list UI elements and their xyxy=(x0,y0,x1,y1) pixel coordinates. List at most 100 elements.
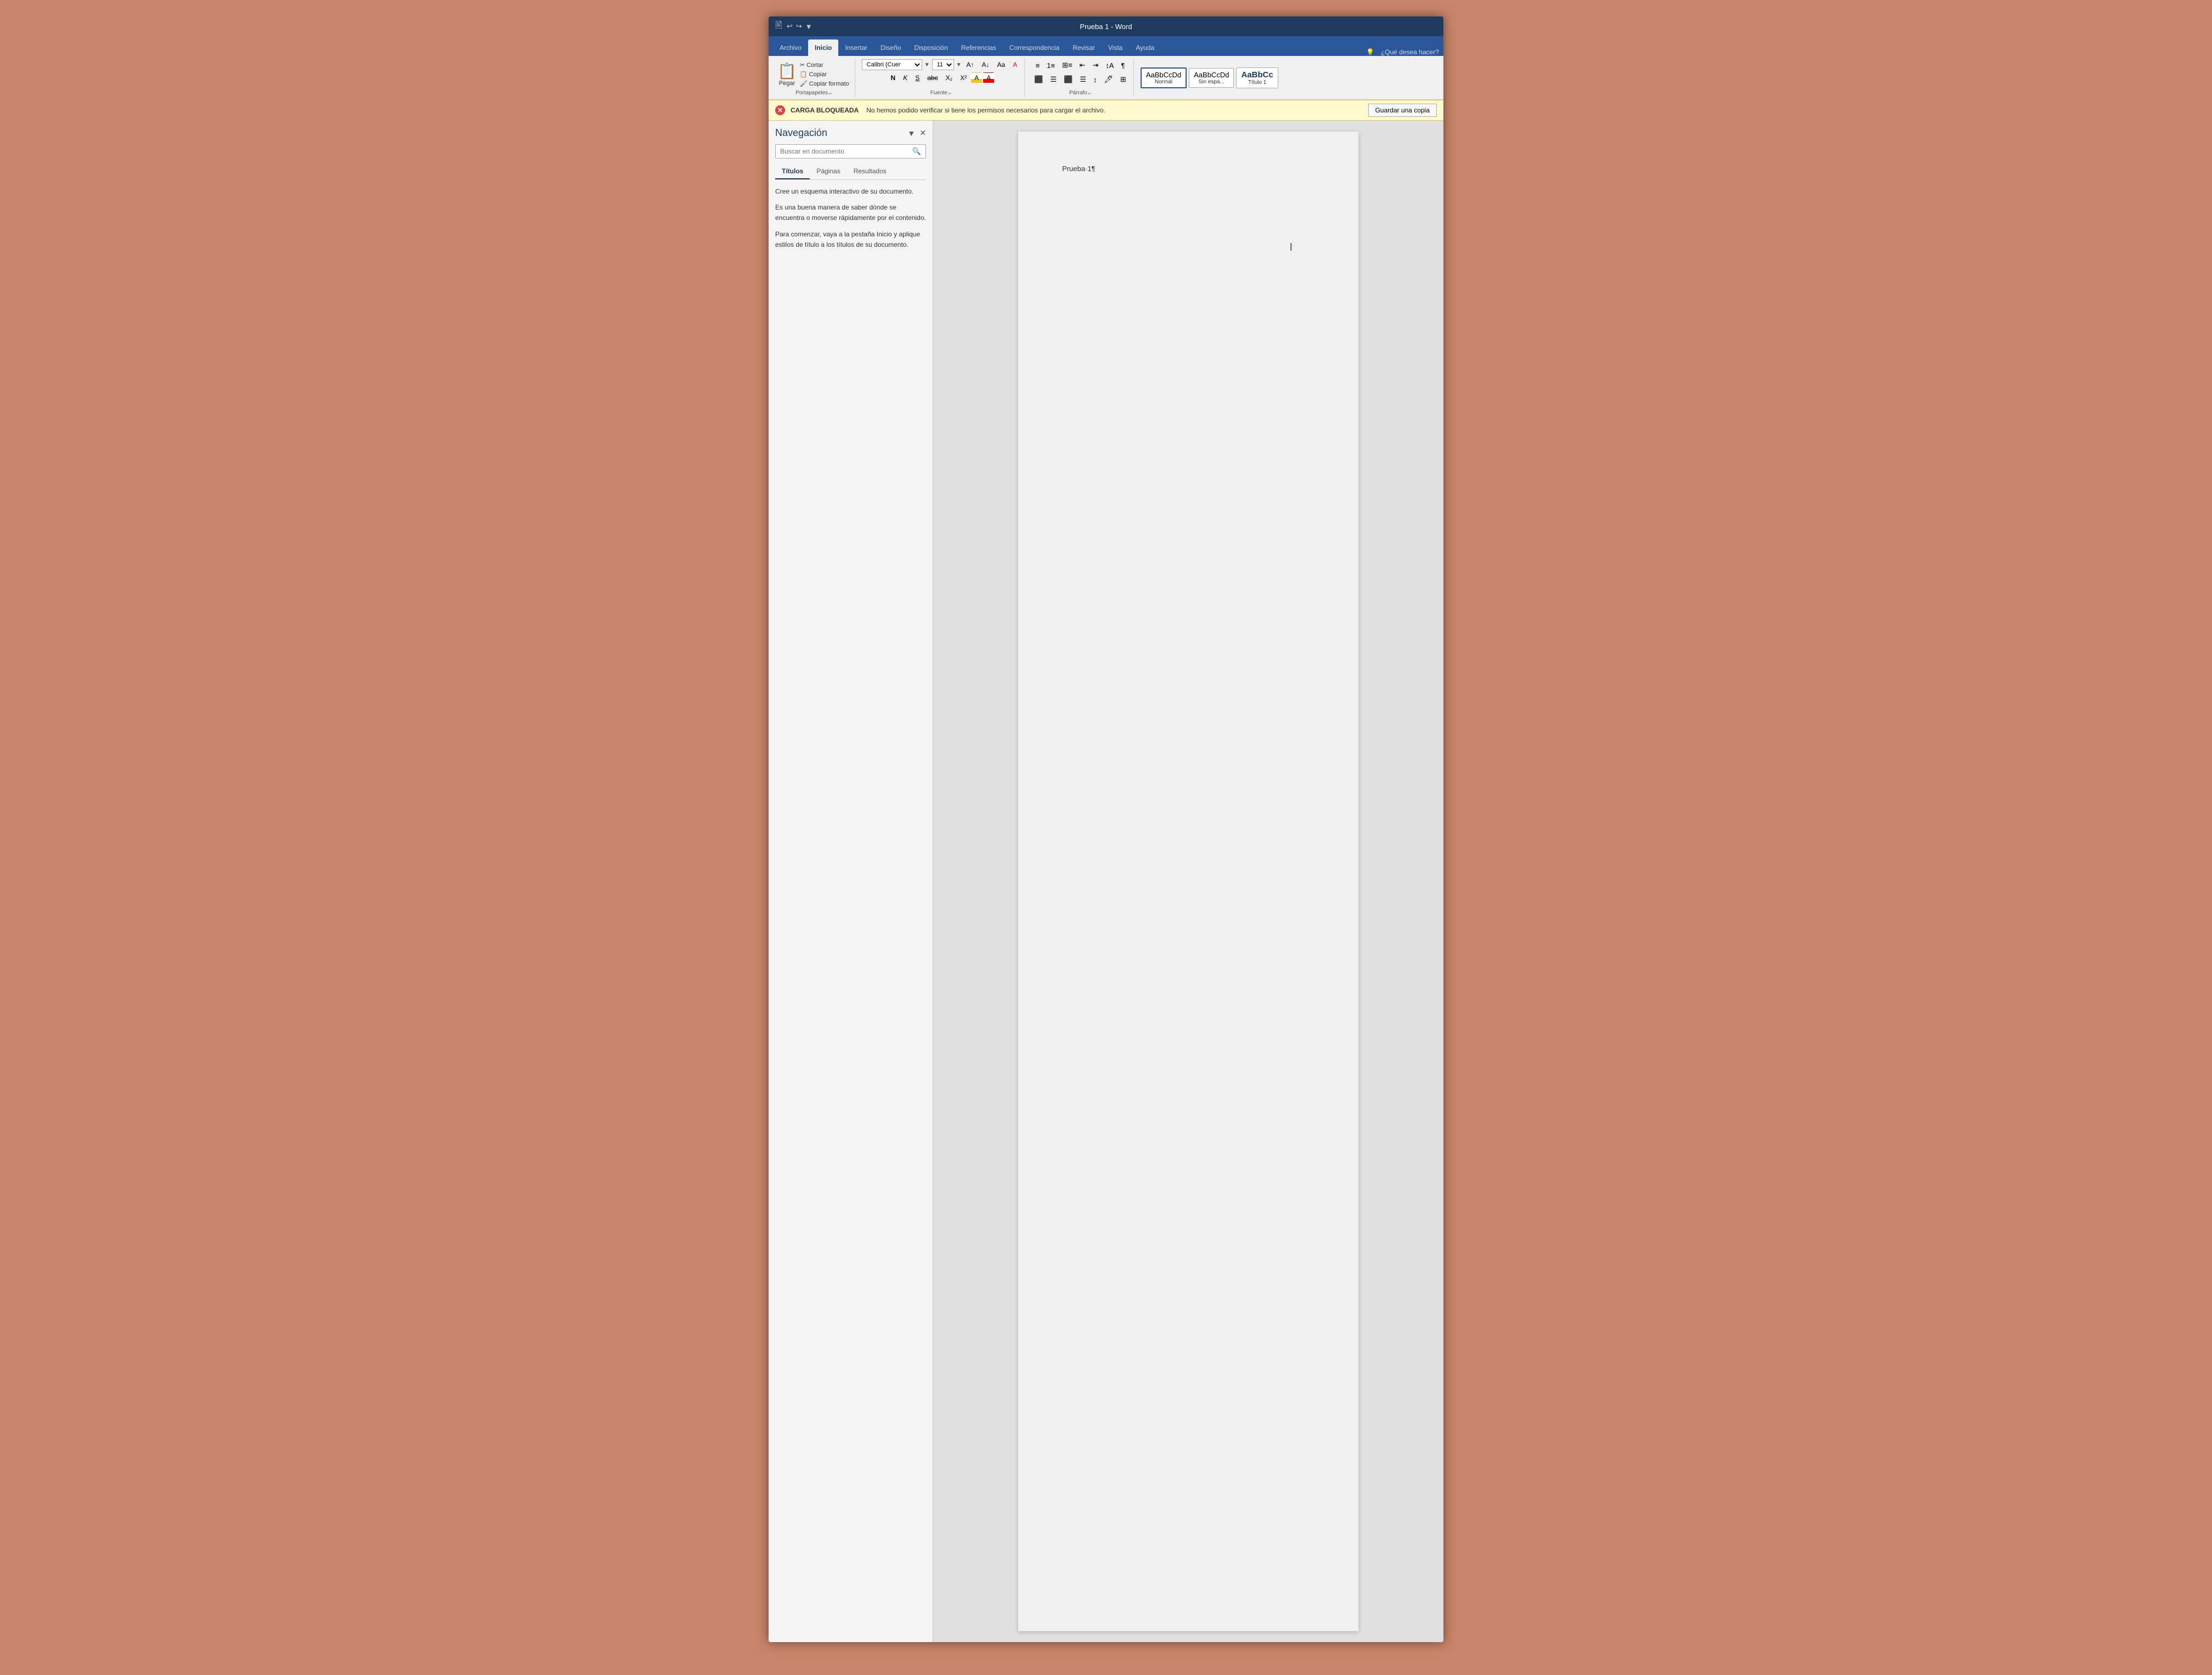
redo-icon[interactable]: ↪ xyxy=(796,22,802,31)
nav-header: Navegación ▼ ✕ xyxy=(775,127,926,139)
font-size-dropdown-icon[interactable]: ▼ xyxy=(956,62,962,68)
nav-hint: Cree un esquema interactivo de su docume… xyxy=(775,186,926,256)
search-icon[interactable]: 🔍 xyxy=(912,147,921,156)
justify-button[interactable]: ☰ xyxy=(1077,73,1089,86)
highlight-color-button[interactable]: A xyxy=(971,72,982,83)
group-parrafo: ≡ 1≡ ⊞≡ ⇤ ⇥ ↕A ¶ ⬛ ☰ ⬛ ☰ ↕ 🖊 ⊞ xyxy=(1027,58,1134,97)
style-sinespa[interactable]: AaBbCcDd Sin espa... xyxy=(1189,68,1234,88)
nav-hint-1: Cree un esquema interactivo de su docume… xyxy=(775,186,926,197)
align-left-button[interactable]: ⬛ xyxy=(1031,73,1046,86)
undo-icon[interactable]: ↩ xyxy=(787,22,793,31)
warning-icon: ✕ xyxy=(775,105,785,115)
borders-button[interactable]: ⊞ xyxy=(1118,73,1129,86)
group-estilos: AaBbCcDd Normal AaBbCcDd Sin espa... AaB… xyxy=(1136,58,1301,97)
nav-tab-titulos[interactable]: Títulos xyxy=(775,164,810,179)
strikethrough-button[interactable]: abc xyxy=(924,72,941,83)
tab-referencias[interactable]: Referencias xyxy=(955,39,1003,56)
tab-insertar[interactable]: Insertar xyxy=(838,39,874,56)
multilevel-list-button[interactable]: ⊞≡ xyxy=(1059,59,1075,71)
parrafo-expand-icon[interactable]: ⌐ xyxy=(1088,90,1091,96)
document-area[interactable]: Prueba·1¶ I xyxy=(933,121,1443,1642)
font-format-row: N K S abc X₂ X² A A xyxy=(888,72,995,83)
search-box: 🔍 xyxy=(775,144,926,159)
nav-header-buttons: ▼ ✕ xyxy=(907,128,926,138)
underline-button[interactable]: S xyxy=(912,72,923,83)
nav-close-button[interactable]: ✕ xyxy=(919,128,926,138)
ribbon-right: 💡 ¿Qué desea hacer? xyxy=(1366,48,1439,56)
superscript-button[interactable]: X² xyxy=(957,72,970,83)
copiar-button[interactable]: 📋 Copiar xyxy=(799,70,850,78)
font-size-select[interactable]: 11 xyxy=(932,59,954,70)
para-btns-row-2: ⬛ ☰ ⬛ ☰ ↕ 🖊 ⊞ xyxy=(1031,73,1129,86)
line-spacing-button[interactable]: ↕ xyxy=(1091,74,1100,86)
cortar-button[interactable]: ✂ Cortar xyxy=(799,61,850,69)
nav-title: Navegación xyxy=(775,127,827,139)
sort-button[interactable]: ↕A xyxy=(1103,60,1116,71)
style-sinespa-label: Sin espa... xyxy=(1194,79,1229,85)
fuente-label: Fuente ⌐ xyxy=(930,89,951,96)
tab-correspondencia[interactable]: Correspondencia xyxy=(1003,39,1066,56)
nav-tabs: Títulos Páginas Resultados xyxy=(775,164,926,180)
document-page[interactable]: Prueba·1¶ I xyxy=(1018,132,1358,1631)
nav-tab-resultados[interactable]: Resultados xyxy=(847,164,893,179)
decrease-indent-button[interactable]: ⇤ xyxy=(1076,59,1088,71)
increase-indent-button[interactable]: ⇥ xyxy=(1090,59,1101,71)
decrease-font-button[interactable]: A↓ xyxy=(979,59,992,70)
text-cursor-caret: I xyxy=(1289,241,1293,254)
document-text: Prueba·1¶ xyxy=(1062,165,1095,173)
tab-diseno[interactable]: Diseño xyxy=(874,39,907,56)
search-input[interactable] xyxy=(780,148,912,155)
pegar-label: Pegar xyxy=(779,80,795,87)
tab-vista[interactable]: Vista xyxy=(1102,39,1129,56)
align-right-button[interactable]: ⬛ xyxy=(1061,73,1075,86)
style-titulo1[interactable]: AaBbCc Título 1 xyxy=(1236,67,1278,88)
warning-bold-text: CARGA BLOQUEADA xyxy=(791,106,859,114)
tab-disposicion[interactable]: Disposición xyxy=(907,39,954,56)
bold-button[interactable]: N xyxy=(888,72,899,83)
portapapeles-expand-icon[interactable]: ⌐ xyxy=(829,90,832,96)
style-titulo1-label: Título 1 xyxy=(1241,80,1273,86)
font-case-button[interactable]: Aa xyxy=(995,59,1008,70)
shading-button[interactable]: 🖊 xyxy=(1101,73,1116,86)
tab-inicio[interactable]: Inicio xyxy=(808,39,838,56)
font-name-dropdown-icon[interactable]: ▼ xyxy=(924,62,930,68)
tab-revisar[interactable]: Revisar xyxy=(1066,39,1102,56)
para-btns-row-1: ≡ 1≡ ⊞≡ ⇤ ⇥ ↕A ¶ xyxy=(1033,59,1128,71)
ribbon-content: 📋 Pegar ✂ Cortar 📋 Copiar 🖌 Copiar forma… xyxy=(769,56,1443,100)
subscript-button[interactable]: X₂ xyxy=(943,72,956,83)
style-normal-label: Normal xyxy=(1146,79,1181,85)
copiar-formato-button[interactable]: 🖌 Copiar formato xyxy=(799,80,850,88)
nav-tab-paginas[interactable]: Páginas xyxy=(810,164,847,179)
parrafo-label: Párrafo ⌐ xyxy=(1069,89,1091,96)
italic-button[interactable]: K xyxy=(900,72,911,83)
group-fuente: Calibri (Cuer ▼ 11 ▼ A↑ A↓ Aa A N K S xyxy=(857,58,1025,97)
increase-font-button[interactable]: A↑ xyxy=(963,59,977,70)
style-titulo1-preview: AaBbCc xyxy=(1241,70,1273,80)
clear-format-button[interactable]: A xyxy=(1010,59,1020,70)
clipboard-secondary-buttons: ✂ Cortar 📋 Copiar 🖌 Copiar formato xyxy=(799,61,850,88)
font-name-select[interactable]: Calibri (Cuer xyxy=(862,59,922,70)
monitor-frame: 🖹 ↩ ↪ ▼ Prueba 1 - Word Archivo Inicio I… xyxy=(758,0,1454,1675)
document-content[interactable]: Prueba·1¶ xyxy=(1062,165,1314,173)
lightbulb-icon: 💡 xyxy=(1366,48,1374,56)
screen: 🖹 ↩ ↪ ▼ Prueba 1 - Word Archivo Inicio I… xyxy=(769,16,1443,1642)
fuente-expand-icon[interactable]: ⌐ xyxy=(949,90,951,96)
search-help-text[interactable]: ¿Qué desea hacer? xyxy=(1381,48,1439,56)
dropdown-icon[interactable]: ▼ xyxy=(805,22,812,31)
font-color-button[interactable]: A xyxy=(983,72,994,83)
numbering-button[interactable]: 1≡ xyxy=(1044,60,1058,71)
align-center-button[interactable]: ☰ xyxy=(1047,73,1059,86)
bullets-button[interactable]: ≡ xyxy=(1033,60,1043,71)
style-normal[interactable]: AaBbCcDd Normal xyxy=(1141,67,1187,88)
nav-hint-3: Para comenzar, vaya a la pestaña Inicio … xyxy=(775,229,926,250)
tab-ayuda[interactable]: Ayuda xyxy=(1129,39,1161,56)
pegar-button[interactable]: 📋 Pegar xyxy=(777,62,797,87)
show-formatting-button[interactable]: ¶ xyxy=(1118,60,1127,71)
nav-dropdown-button[interactable]: ▼ xyxy=(907,129,915,138)
save-copy-button[interactable]: Guardar una copia xyxy=(1368,104,1437,117)
portapapeles-label: Portapapeles ⌐ xyxy=(795,89,832,96)
styles-content: AaBbCcDd Normal AaBbCcDd Sin espa... AaB… xyxy=(1141,67,1296,88)
tab-archivo[interactable]: Archivo xyxy=(773,39,808,56)
group-portapapeles: 📋 Pegar ✂ Cortar 📋 Copiar 🖌 Copiar forma… xyxy=(773,58,855,97)
main-area: Navegación ▼ ✕ 🔍 Títulos Páginas Resulta… xyxy=(769,121,1443,1642)
